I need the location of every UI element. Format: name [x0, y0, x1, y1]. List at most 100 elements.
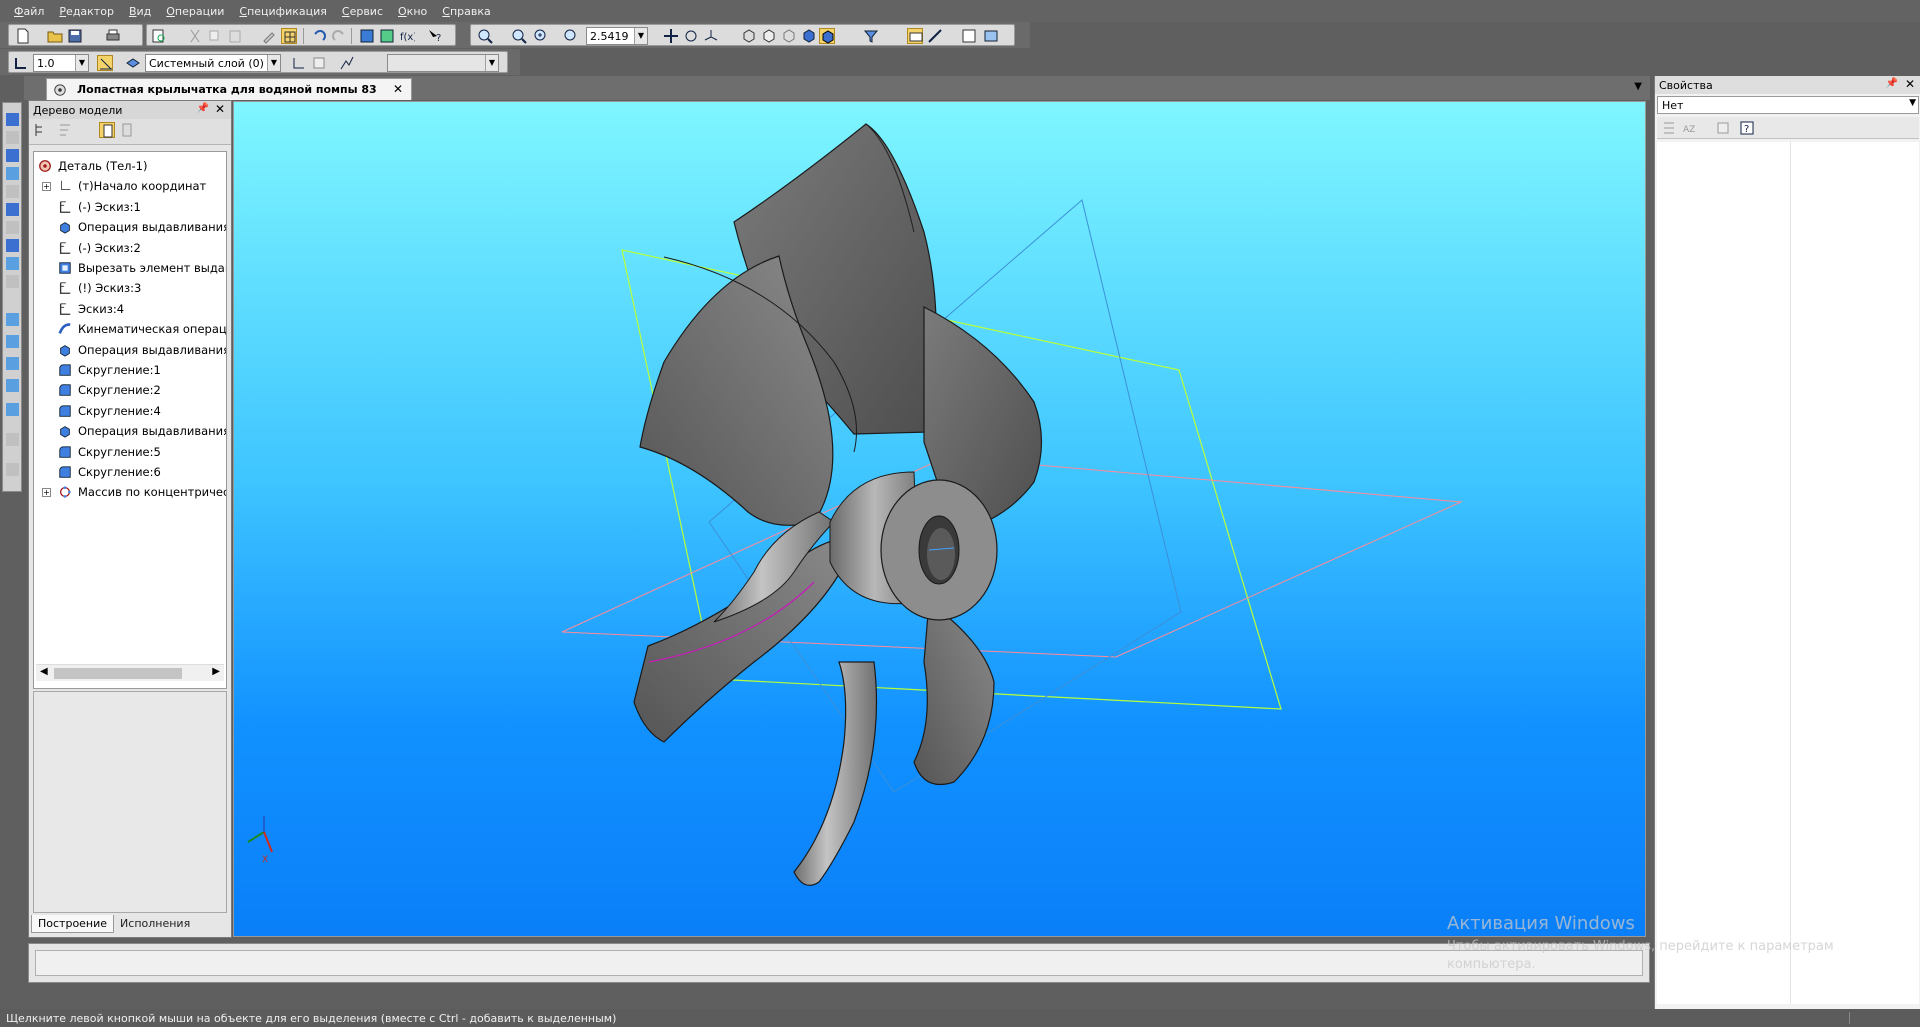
- tree-sort-icon[interactable]: [57, 122, 73, 138]
- hidden-lines-icon[interactable]: [761, 28, 777, 44]
- library-icon[interactable]: [379, 28, 395, 44]
- wireframe-icon[interactable]: [741, 28, 757, 44]
- aux-geometry-icon[interactable]: [6, 185, 19, 198]
- new-file-icon[interactable]: [15, 28, 31, 44]
- manager-icon[interactable]: [359, 28, 375, 44]
- tab-list-chevron-icon[interactable]: ▼: [1634, 81, 1642, 92]
- shaded-edges-icon[interactable]: [819, 28, 835, 44]
- tree-order-icon[interactable]: [99, 122, 115, 138]
- redo-icon[interactable]: [331, 28, 347, 44]
- properties-object-select[interactable]: Нет ▼: [1657, 96, 1919, 114]
- categorized-icon[interactable]: [1661, 120, 1677, 136]
- halftone-icon[interactable]: [801, 28, 817, 44]
- filter-icon[interactable]: [863, 28, 879, 44]
- menu-service[interactable]: Сервис: [342, 5, 383, 18]
- tree-item[interactable]: Скругление:6: [34, 462, 226, 482]
- save-icon[interactable]: [67, 28, 83, 44]
- tree-item[interactable]: (-) Эскиз:2: [34, 238, 226, 258]
- tree-item[interactable]: Скругление:4: [34, 401, 226, 421]
- cut-icon[interactable]: [187, 28, 203, 44]
- pin-icon[interactable]: 📌: [1886, 78, 1898, 89]
- properties-icon[interactable]: [261, 28, 277, 44]
- tree-item[interactable]: Скругление:5: [34, 442, 226, 462]
- menu-view[interactable]: Вид: [129, 5, 151, 18]
- scroll-left-icon[interactable]: ◀: [40, 666, 48, 677]
- scroll-right-icon[interactable]: ▶: [212, 666, 220, 677]
- tree-structure-icon[interactable]: [33, 122, 49, 138]
- document-tab[interactable]: Лопастная крылычатка для водяной помпы 8…: [46, 78, 412, 100]
- menu-help[interactable]: Справка: [442, 5, 490, 18]
- zoom-in-icon[interactable]: [533, 28, 549, 44]
- tree-item[interactable]: Операция выдавливания:3: [34, 421, 226, 441]
- variables-icon[interactable]: f(x): [399, 28, 415, 44]
- elements-icon[interactable]: [6, 275, 19, 288]
- tab-configurations[interactable]: Исполнения: [114, 915, 196, 933]
- help-cursor-icon[interactable]: ?: [427, 28, 443, 44]
- tree-item[interactable]: Скругление:1: [34, 360, 226, 380]
- sheet-metal-icon[interactable]: [6, 313, 19, 326]
- layer-combo[interactable]: Системный слой (0) ▼: [145, 54, 281, 72]
- mates-icon[interactable]: [6, 433, 19, 446]
- 3d-viewport[interactable]: X: [233, 101, 1646, 937]
- menu-file[interactable]: Файл: [14, 5, 44, 18]
- tree-item[interactable]: Эскиз:4: [34, 299, 226, 319]
- surfaces-icon[interactable]: [6, 149, 19, 162]
- zoom-scale-icon[interactable]: [563, 28, 579, 44]
- tree-item[interactable]: (-) Эскиз:1: [34, 197, 226, 217]
- impeller-model[interactable]: X: [234, 102, 1645, 936]
- measure-diagnostics-icon[interactable]: [6, 203, 19, 216]
- editing-icon[interactable]: [6, 113, 19, 126]
- misc-icon[interactable]: [6, 463, 19, 476]
- property-pages-icon[interactable]: [1715, 120, 1731, 136]
- zoom-scale-combo[interactable]: 2.5419 ▼: [586, 27, 648, 45]
- orientation-icon[interactable]: [703, 28, 719, 44]
- specification-icon[interactable]: [6, 239, 19, 252]
- print-icon[interactable]: [105, 28, 121, 44]
- menu-window[interactable]: Окно: [398, 5, 427, 18]
- preview-icon[interactable]: [151, 28, 167, 44]
- tree-item[interactable]: Операция выдавливания:2: [34, 340, 226, 360]
- measure-icon[interactable]: [927, 28, 943, 44]
- tree-item[interactable]: + (т)Начало координат: [34, 176, 226, 196]
- tree-item[interactable]: Скругление:2: [34, 380, 226, 400]
- curves-icon[interactable]: [6, 335, 19, 348]
- pin-icon[interactable]: 📌: [197, 103, 209, 114]
- thin-lines-icon[interactable]: [781, 28, 797, 44]
- snap-icon[interactable]: [13, 55, 29, 71]
- close-icon[interactable]: ✕: [215, 102, 225, 116]
- spline-icon[interactable]: [6, 357, 19, 370]
- tree-item[interactable]: Операция выдавливания:1: [34, 217, 226, 237]
- expand-icon[interactable]: +: [42, 181, 51, 191]
- expand-icon[interactable]: +: [42, 487, 51, 497]
- close-icon[interactable]: ✕: [393, 82, 403, 96]
- zoom-frame-icon[interactable]: [511, 28, 527, 44]
- scrollbar-thumb[interactable]: [54, 668, 182, 679]
- tree-filter-icon[interactable]: [119, 122, 135, 138]
- paste-icon[interactable]: [227, 28, 243, 44]
- menu-editor[interactable]: Редактор: [59, 5, 114, 18]
- section-icon[interactable]: [907, 28, 923, 44]
- dimensions-icon[interactable]: [6, 403, 19, 416]
- open-folder-icon[interactable]: [47, 28, 63, 44]
- undo-icon[interactable]: [311, 28, 327, 44]
- menu-operations[interactable]: Операции: [166, 5, 224, 18]
- grid-toggle-icon[interactable]: [281, 28, 297, 44]
- geometry-icon[interactable]: [6, 131, 19, 144]
- pan-icon[interactable]: [663, 28, 679, 44]
- filters-icon[interactable]: [339, 55, 355, 71]
- menu-specification[interactable]: Спецификация: [239, 5, 326, 18]
- arrays-icon[interactable]: [6, 167, 19, 180]
- zoom-window-icon[interactable]: [477, 28, 493, 44]
- copy-icon[interactable]: [207, 28, 223, 44]
- rotate-icon[interactable]: [683, 28, 699, 44]
- help-icon[interactable]: ?: [1739, 120, 1755, 136]
- tab-construction[interactable]: Построение: [31, 915, 115, 933]
- parameters-icon[interactable]: [311, 55, 327, 71]
- refresh-icon[interactable]: [983, 28, 999, 44]
- tree-item[interactable]: (!) Эскиз:3: [34, 278, 226, 298]
- tree-item[interactable]: + Массив по концентрической сетке:1: [34, 482, 226, 502]
- reports-icon[interactable]: [6, 257, 19, 270]
- tree-item[interactable]: Кинематическая операция:1: [34, 319, 226, 339]
- alphabetical-icon[interactable]: AZ: [1681, 120, 1697, 136]
- style-combo[interactable]: ▼: [387, 54, 499, 72]
